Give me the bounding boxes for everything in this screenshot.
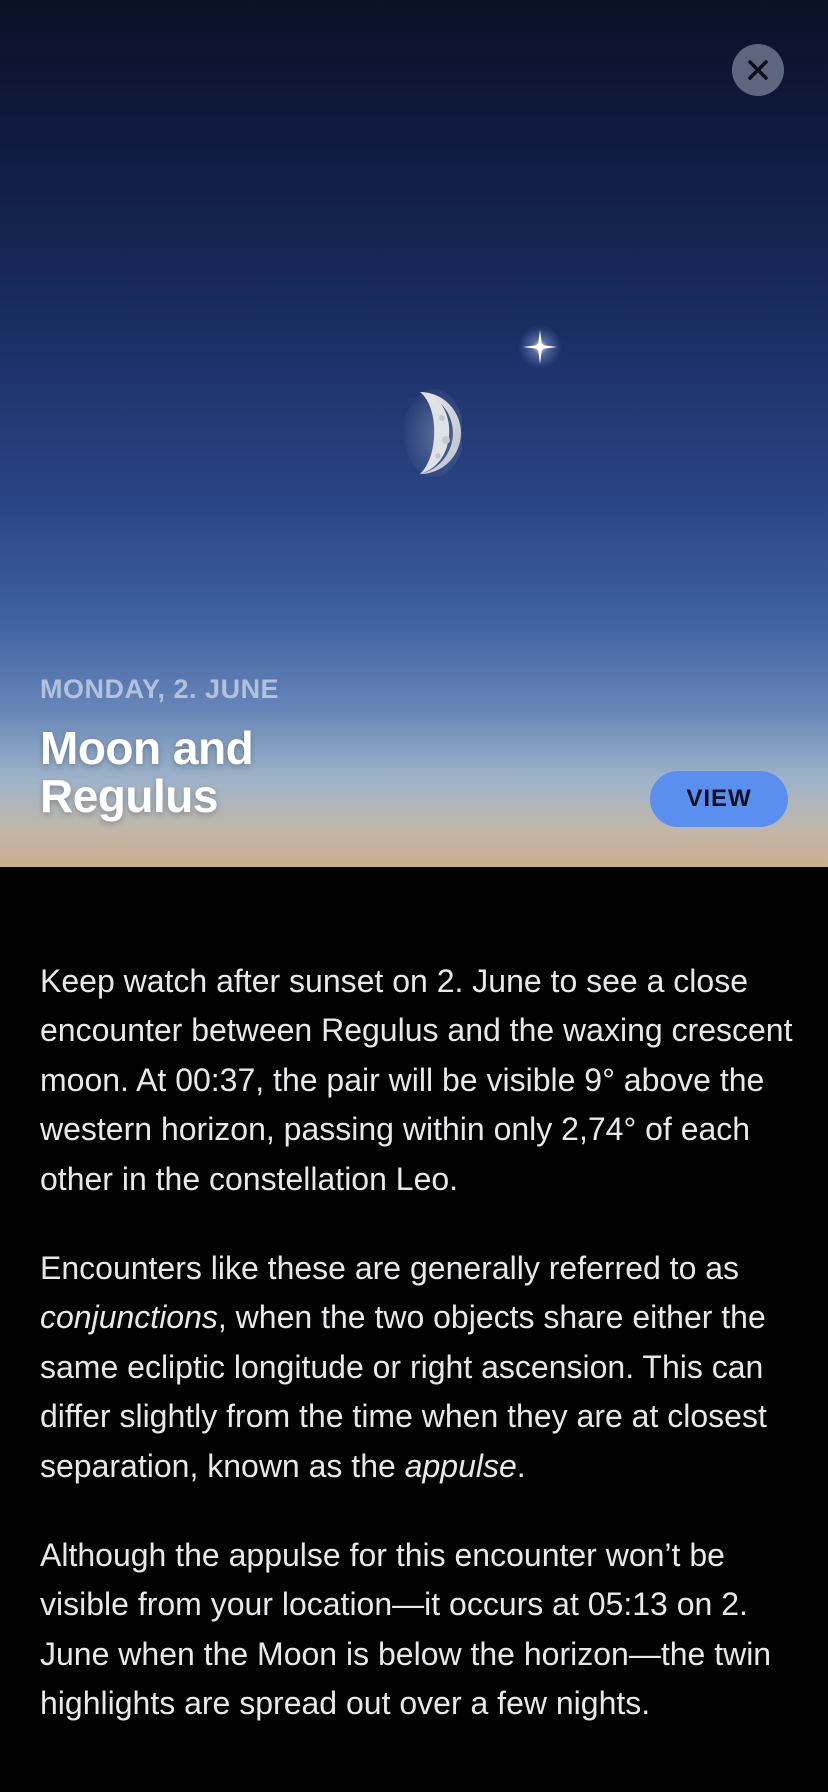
- term-appulse: appulse: [404, 1447, 517, 1484]
- term-conjunctions: conjunctions: [40, 1299, 218, 1336]
- close-icon: [748, 60, 768, 80]
- event-date: MONDAY, 2. JUNE: [40, 674, 280, 704]
- description-paragraph-3: Although the appulse for this encounter …: [40, 1537, 772, 1722]
- view-button[interactable]: VIEW: [650, 771, 788, 827]
- moon-icon: [398, 388, 464, 478]
- hero-sky-image: MONDAY, 2. JUNE Moon and Regulus VIEW: [0, 0, 828, 867]
- event-title: Moon and Regulus: [40, 722, 254, 822]
- description-paragraph-2: Encounters like these are generally refe…: [40, 1250, 767, 1484]
- close-button[interactable]: [732, 44, 784, 96]
- event-detail-screen: MONDAY, 2. JUNE Moon and Regulus VIEW Ke…: [0, 0, 828, 1792]
- hero-text: MONDAY, 2. JUNE Moon and Regulus: [40, 672, 640, 820]
- event-description: Keep watch after sunset on 2. June to se…: [40, 957, 796, 1769]
- star-icon: [515, 322, 565, 372]
- description-paragraph-1: Keep watch after sunset on 2. June to se…: [40, 963, 793, 1197]
